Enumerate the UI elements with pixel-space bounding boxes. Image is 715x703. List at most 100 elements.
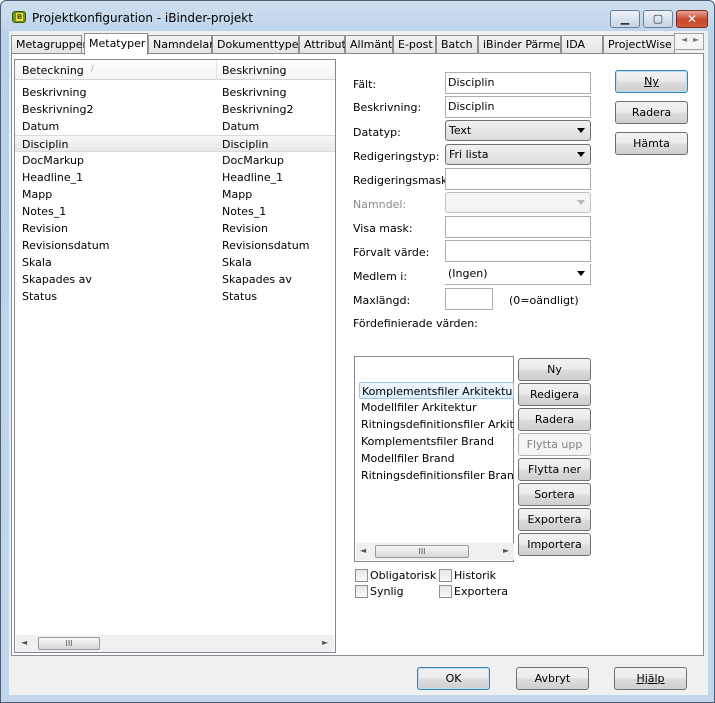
row-beteckning: Notes_1	[22, 205, 67, 218]
table-row[interactable]: Revisionsdatum Revisionsdatum	[15, 237, 335, 254]
table-row[interactable]: Disciplin Disciplin	[15, 135, 335, 152]
predef-new-button[interactable]: Ny	[518, 358, 591, 381]
list-item[interactable]: Modellfiler Arkitektur	[359, 399, 514, 416]
list-horizontal-scrollbar[interactable]: ◄ III ►	[16, 635, 334, 652]
list-item[interactable]: Komplementsfiler Brand	[359, 433, 514, 450]
tab-projectwise[interactable]: ProjectWise	[603, 35, 675, 54]
row-beteckning: Headline_1	[22, 171, 84, 184]
namndel-select	[445, 192, 591, 213]
column-divider[interactable]	[216, 60, 217, 80]
chevron-down-icon	[577, 152, 585, 157]
tab-batch[interactable]: Batch	[436, 35, 478, 54]
redigeringstyp-value: Fri lista	[449, 148, 489, 161]
medlem-i-select[interactable]: (Ingen)	[445, 264, 591, 285]
column-header-beteckning[interactable]: Beteckning	[22, 64, 84, 77]
app-icon: B	[12, 11, 26, 23]
tab-ida[interactable]: IDA	[561, 35, 603, 54]
scroll-right-icon[interactable]: ►	[322, 638, 328, 647]
predefined-values-list[interactable]: Komplementsfiler Arkitektur Modellfiler A…	[354, 356, 514, 562]
chevron-down-icon	[577, 200, 585, 205]
tab-ibinder-parmen[interactable]: iBinder Pärmen	[478, 35, 567, 54]
row-beskrivning: Mapp	[222, 188, 253, 201]
help-button[interactable]: Hjälp	[614, 667, 687, 690]
tab-metatyper[interactable]: Metatyper	[84, 33, 148, 55]
redigeringstyp-select[interactable]: Fri lista	[445, 144, 591, 165]
visa-mask-input[interactable]	[445, 216, 591, 238]
forvalt-varde-input[interactable]	[445, 240, 591, 262]
ok-button[interactable]: OK	[417, 667, 490, 690]
tab-attribut[interactable]: Attribut	[299, 35, 346, 54]
tab-metagrupper[interactable]: Metagrupper	[11, 35, 87, 54]
predef-horizontal-scrollbar[interactable]: ◄ III ►	[356, 543, 514, 560]
move-down-button[interactable]: Flytta ner	[518, 458, 591, 481]
synlig-checkbox[interactable]	[355, 585, 368, 598]
redigeringsmask-input[interactable]	[445, 168, 591, 190]
obligatorisk-label: Obligatorisk	[370, 569, 437, 582]
table-row[interactable]: Notes_1 Notes_1	[15, 203, 335, 220]
fetch-button[interactable]: Hämta	[615, 132, 688, 155]
datatyp-select[interactable]: Text	[445, 120, 591, 141]
window-title: Projektkonfiguration - iBinder-projekt	[32, 11, 253, 25]
scroll-thumb[interactable]: III	[375, 545, 469, 558]
row-beskrivning: Revisionsdatum	[222, 239, 310, 252]
metatype-list[interactable]: Beteckning / Beskrivning Beskrivning Besk…	[14, 59, 336, 653]
tab-scroll-left-icon[interactable]: ◄	[681, 35, 687, 44]
import-button[interactable]: Importera	[518, 533, 591, 556]
tab-namndelar[interactable]: Namndelar	[148, 35, 214, 54]
table-row[interactable]: Status Status	[15, 288, 335, 305]
exportera-checkbox[interactable]	[439, 585, 452, 598]
dialog-window: B Projektkonfiguration - iBinder-projekt…	[0, 0, 715, 703]
table-row[interactable]: Headline_1 Headline_1	[15, 169, 335, 186]
list-header: Beteckning / Beskrivning	[15, 60, 335, 80]
row-beteckning: DocMarkup	[22, 154, 84, 167]
beskrivning-label: Beskrivning:	[353, 101, 422, 114]
list-item[interactable]: Ritningsdefinitionsfiler Arkitektur	[359, 416, 514, 433]
row-beteckning: Skapades av	[22, 273, 92, 286]
historik-checkbox[interactable]	[439, 569, 452, 582]
tab-scroll-buttons[interactable]: ◄ ►	[674, 33, 704, 50]
beskrivning-input[interactable]: Disciplin	[445, 96, 591, 118]
close-button[interactable]: ✕	[676, 10, 708, 28]
scroll-right-icon[interactable]: ►	[503, 546, 509, 555]
maxlangd-input[interactable]	[445, 288, 493, 310]
table-row[interactable]: DocMarkup DocMarkup	[15, 152, 335, 169]
delete-button[interactable]: Radera	[615, 101, 688, 124]
table-row[interactable]: Beskrivning2 Beskrivning2	[15, 101, 335, 118]
cancel-button[interactable]: Avbryt	[516, 667, 589, 690]
historik-label: Historik	[454, 569, 497, 582]
tab-page-metatyper: Beteckning / Beskrivning Beskrivning Besk…	[11, 53, 704, 656]
row-beskrivning: Beskrivning2	[222, 103, 294, 116]
falt-input[interactable]: Disciplin	[445, 72, 591, 94]
list-item[interactable]: Ritningsdefinitionsfiler Brand	[359, 467, 514, 484]
table-row[interactable]: Datum Datum	[15, 118, 335, 135]
new-button[interactable]: Ny	[615, 70, 688, 93]
list-item[interactable]: Komplementsfiler Arkitektur	[359, 382, 514, 399]
obligatorisk-checkbox[interactable]	[355, 569, 368, 582]
tab-e-post[interactable]: E-post	[393, 35, 436, 54]
tab-dokumenttyper[interactable]: Dokumenttyper	[212, 35, 303, 54]
scroll-left-icon[interactable]: ◄	[360, 546, 366, 555]
table-row[interactable]: Mapp Mapp	[15, 186, 335, 203]
maximize-button[interactable]: ▢	[643, 10, 673, 28]
export-button[interactable]: Exportera	[518, 508, 591, 531]
minimize-button[interactable]: ▁	[610, 10, 640, 28]
table-row[interactable]: Skala Skala	[15, 254, 335, 271]
list-item[interactable]: Modellfiler Brand	[359, 450, 514, 467]
table-row[interactable]: Beskrivning Beskrivning	[15, 84, 335, 101]
move-up-button: Flytta upp	[518, 433, 591, 456]
tab-scroll-right-icon[interactable]: ►	[693, 35, 699, 44]
table-row[interactable]: Revision Revision	[15, 220, 335, 237]
column-header-beskrivning[interactable]: Beskrivning	[222, 64, 287, 77]
new-button-label: Ny	[644, 75, 659, 88]
scroll-thumb[interactable]: III	[38, 637, 100, 650]
row-beteckning: Revision	[22, 222, 68, 235]
dialog-footer: OK Avbryt Hjälp	[9, 658, 708, 695]
tab-allmant[interactable]: Allmänt	[345, 35, 393, 54]
sort-button[interactable]: Sortera	[518, 483, 591, 506]
predef-edit-button[interactable]: Redigera	[518, 383, 591, 406]
chevron-down-icon	[577, 128, 585, 133]
exportera-label: Exportera	[454, 585, 509, 598]
table-row[interactable]: Skapades av Skapades av	[15, 271, 335, 288]
scroll-left-icon[interactable]: ◄	[21, 638, 27, 647]
predef-delete-button[interactable]: Radera	[518, 408, 591, 431]
